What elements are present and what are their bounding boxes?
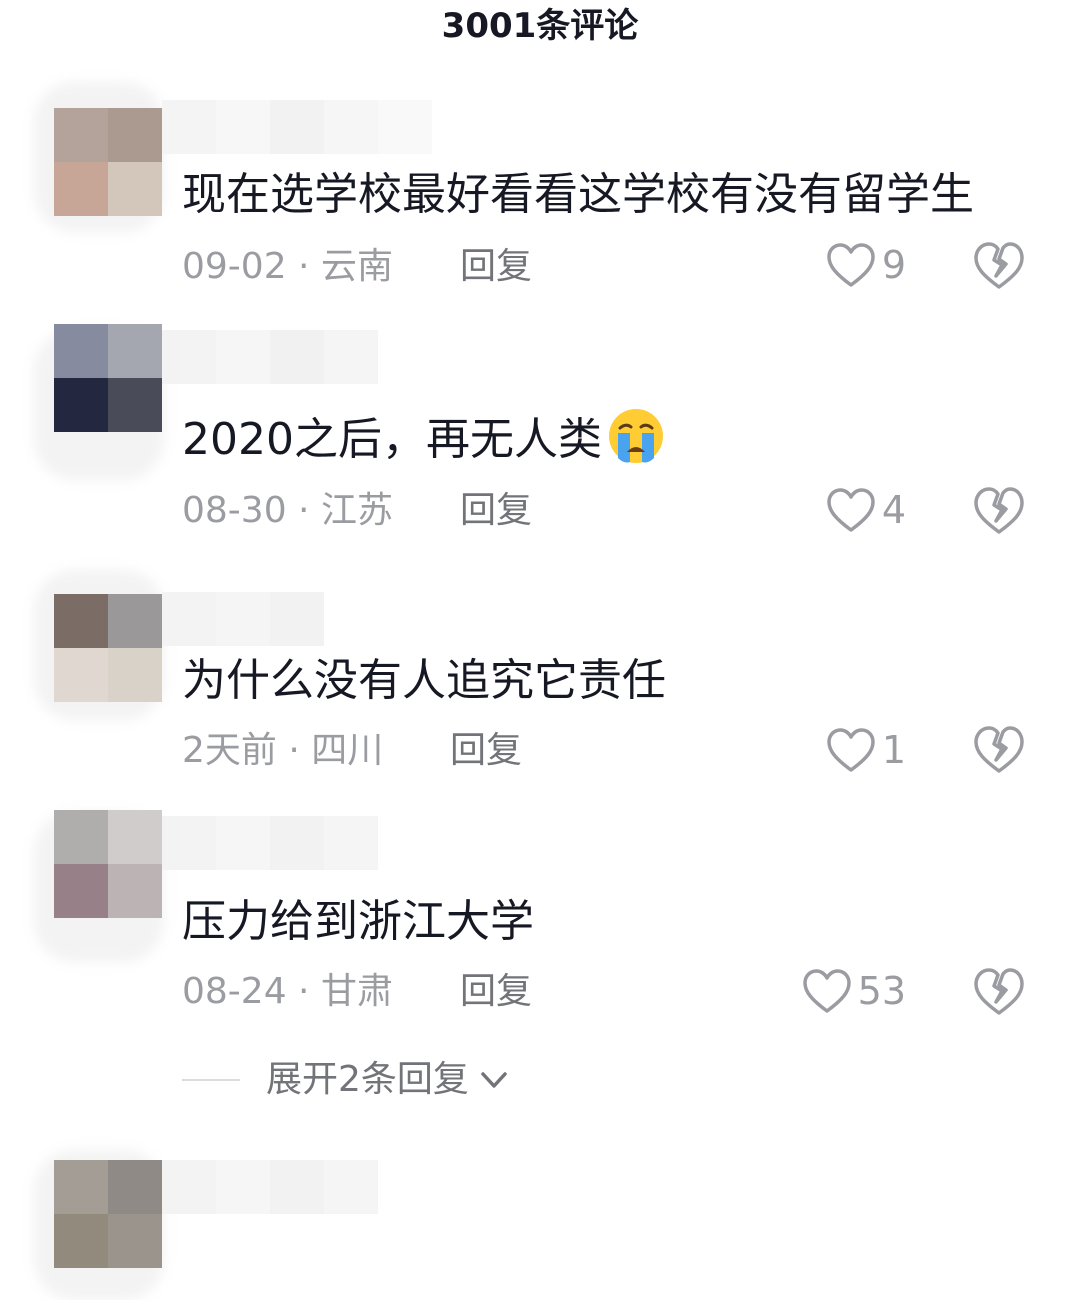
like-button[interactable]: 53 <box>802 966 906 1016</box>
heart-outline-icon <box>827 243 875 287</box>
crying-face-icon <box>608 409 663 463</box>
like-count: 53 <box>857 969 906 1013</box>
reply-button[interactable]: 回复 <box>460 242 532 292</box>
comment-text-content: 2020之后，再无人类 <box>182 414 602 465</box>
reply-button[interactable]: 回复 <box>450 726 522 776</box>
like-button[interactable]: 1 <box>826 725 906 775</box>
like-count: 4 <box>881 488 906 532</box>
broken-heart-icon <box>974 487 1024 534</box>
comment-count-title: 3001条评论 <box>441 6 639 46</box>
comment-meta: 2天前 · 四川 <box>182 730 384 771</box>
dislike-button[interactable] <box>972 238 1026 292</box>
comment-text: 为什么没有人追究它责任 <box>182 655 666 706</box>
avatar[interactable] <box>54 324 162 432</box>
broken-heart-icon <box>974 968 1024 1015</box>
username-redacted[interactable] <box>162 592 324 646</box>
heart-outline-icon <box>827 728 875 772</box>
username-redacted[interactable] <box>162 816 378 870</box>
reply-button[interactable]: 回复 <box>460 486 532 536</box>
comment-meta: 09-02 · 云南 <box>182 246 393 287</box>
heart-outline-icon <box>802 969 851 1013</box>
like-button[interactable]: 9 <box>826 240 906 290</box>
broken-heart-icon <box>974 726 1024 773</box>
broken-heart-icon <box>974 242 1024 289</box>
avatar[interactable] <box>54 1160 162 1268</box>
username-redacted[interactable] <box>162 100 432 154</box>
heart-outline-icon <box>827 488 875 532</box>
like-button[interactable]: 4 <box>826 485 906 535</box>
reply-button[interactable]: 回复 <box>460 967 532 1017</box>
divider <box>182 1079 240 1081</box>
comment-meta: 08-30 · 江苏 <box>182 490 393 531</box>
expand-replies-button[interactable]: 展开2条回复 <box>182 1055 511 1105</box>
username-redacted[interactable] <box>162 330 378 384</box>
avatar[interactable] <box>54 810 162 918</box>
username-redacted[interactable] <box>162 1160 378 1214</box>
avatar[interactable] <box>54 108 162 216</box>
dislike-button[interactable] <box>972 483 1026 537</box>
chevron-down-icon <box>481 1072 507 1088</box>
comment-text: 2020之后，再无人类 <box>182 406 666 470</box>
comment-text: 压力给到浙江大学 <box>182 896 534 947</box>
dislike-button[interactable] <box>972 722 1026 776</box>
comment-meta: 08-24 · 甘肃 <box>182 971 393 1012</box>
dislike-button[interactable] <box>972 964 1026 1018</box>
comment-text: 现在选学校最好看看这学校有没有留学生 <box>182 169 974 220</box>
avatar[interactable] <box>54 594 162 702</box>
like-count: 1 <box>881 728 906 772</box>
like-count: 9 <box>881 243 906 287</box>
expand-replies-label: 展开2条回复 <box>266 1059 469 1100</box>
